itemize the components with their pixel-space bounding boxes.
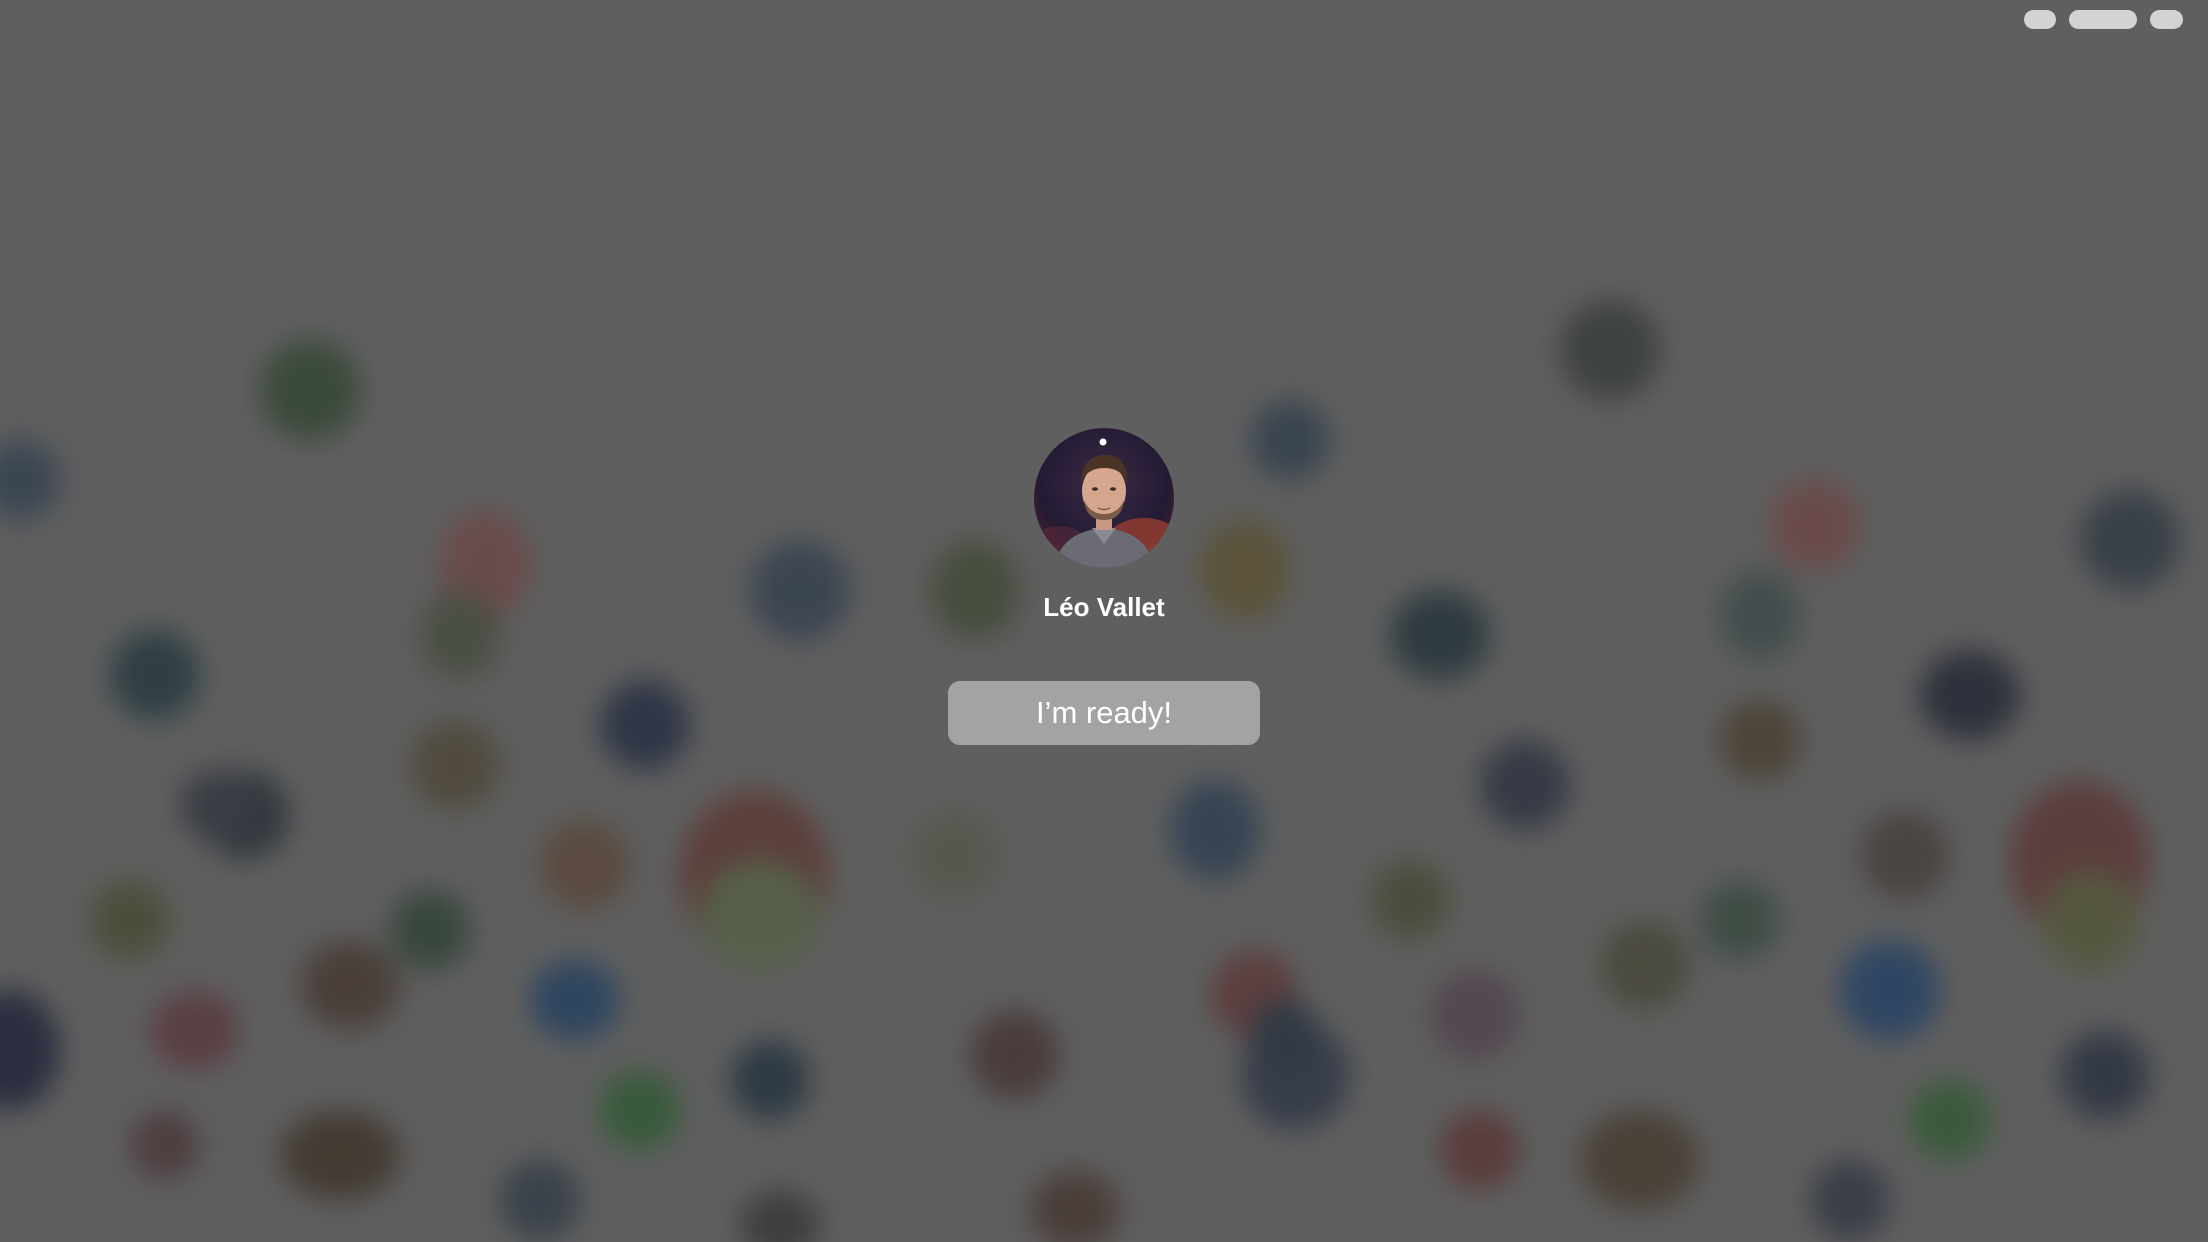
background-blob bbox=[600, 680, 690, 770]
background-blob bbox=[1840, 940, 1940, 1040]
im-ready-button[interactable]: I’m ready! bbox=[948, 681, 1260, 745]
background-blob bbox=[530, 960, 620, 1040]
user-avatar[interactable] bbox=[1034, 428, 1174, 568]
background-blob bbox=[1250, 1000, 1320, 1070]
background-blob bbox=[1170, 780, 1260, 880]
background-blob bbox=[260, 340, 360, 440]
background-blob bbox=[930, 540, 1020, 640]
background-blob bbox=[700, 860, 820, 970]
background-blob bbox=[0, 990, 60, 1110]
background-blob bbox=[1250, 400, 1330, 480]
background-blob bbox=[1370, 860, 1450, 940]
background-blob bbox=[0, 440, 60, 520]
background-blob bbox=[1030, 1170, 1120, 1242]
background-blob bbox=[1560, 300, 1660, 400]
background-blob bbox=[1430, 970, 1520, 1060]
background-blob bbox=[1600, 920, 1690, 1010]
background-blob bbox=[90, 880, 170, 960]
background-blob bbox=[1700, 880, 1780, 960]
background-blob bbox=[1480, 740, 1570, 830]
background-blob bbox=[1910, 1080, 1990, 1160]
background-blob bbox=[2060, 1030, 2150, 1120]
status-indicator bbox=[2024, 10, 2056, 29]
status-indicator bbox=[2069, 10, 2137, 29]
background-blob bbox=[150, 990, 240, 1070]
background-blob bbox=[970, 1010, 1060, 1100]
background-blob bbox=[410, 720, 500, 810]
background-blob bbox=[910, 810, 1000, 900]
background-blob bbox=[1920, 650, 2020, 740]
background-blob bbox=[390, 890, 470, 970]
background-blob bbox=[2040, 870, 2140, 970]
background-blob bbox=[750, 540, 850, 640]
status-indicator bbox=[2150, 10, 2183, 29]
user-photo-icon bbox=[1034, 428, 1174, 568]
background-blob bbox=[1580, 1110, 1700, 1210]
background-blob bbox=[130, 1110, 200, 1180]
background-blob bbox=[1860, 810, 1950, 900]
background-blob bbox=[2080, 490, 2180, 590]
background-blob bbox=[1720, 700, 1800, 780]
background-blob bbox=[280, 1110, 400, 1200]
background-blob bbox=[300, 940, 400, 1030]
background-blob bbox=[1440, 1110, 1520, 1190]
background-blob bbox=[180, 770, 250, 840]
background-blob bbox=[730, 1040, 810, 1120]
background-blob bbox=[500, 1160, 580, 1240]
background-blob bbox=[600, 1070, 680, 1150]
login-screen: Léo Vallet I’m ready! bbox=[0, 0, 2208, 1242]
background-blob bbox=[540, 820, 630, 910]
background-blob bbox=[110, 630, 200, 720]
user-name: Léo Vallet bbox=[1043, 592, 1165, 622]
background-blob bbox=[740, 1190, 820, 1242]
background-blob bbox=[1770, 480, 1860, 570]
background-blob bbox=[1810, 1160, 1890, 1240]
